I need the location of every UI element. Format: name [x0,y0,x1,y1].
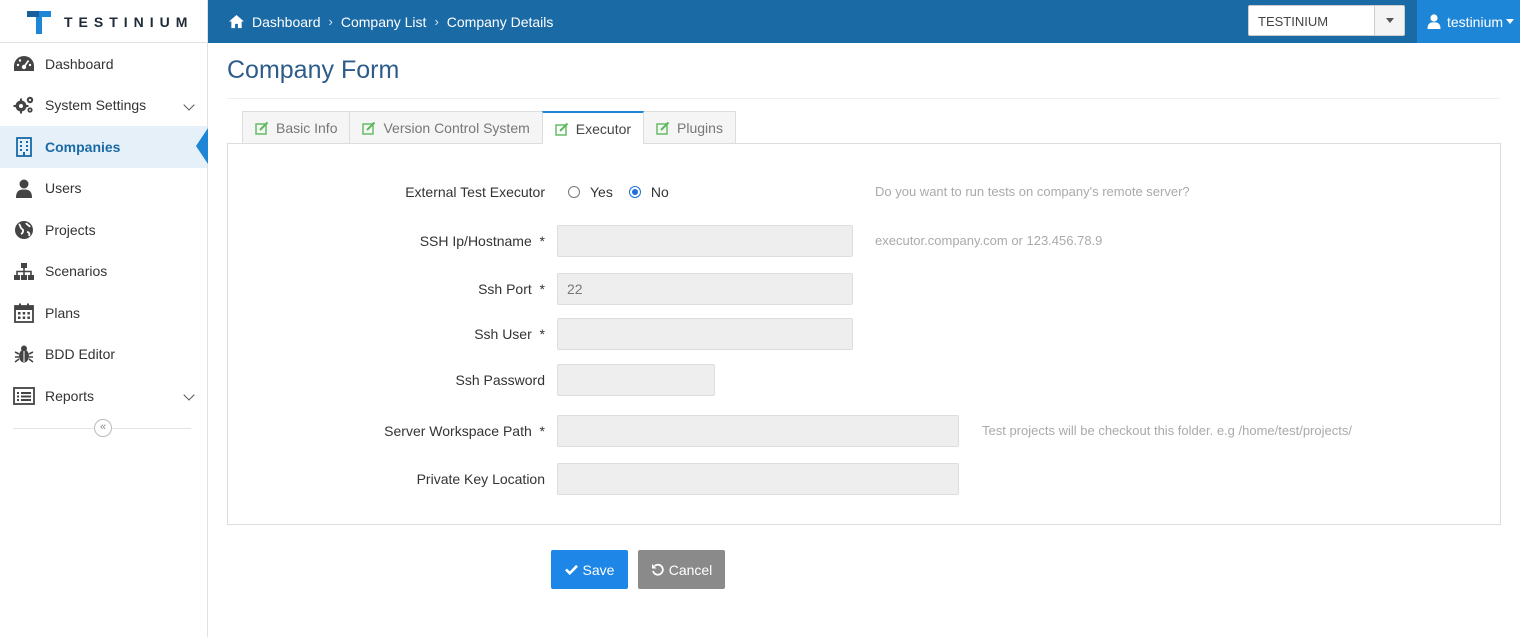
user-icon [13,178,35,198]
radio-yes-label[interactable]: Yes [590,184,613,200]
sidebar-item-system-settings[interactable]: System Settings [0,85,207,127]
sidebar-item-label: BDD Editor [45,346,116,363]
company-select-value: TESTINIUM [1258,14,1329,29]
save-button-label: Save [582,561,615,578]
private-key-label: Private Key Location [416,471,545,487]
user-icon [1427,14,1441,29]
chevron-down-icon [183,98,195,111]
edit-icon [362,121,376,135]
private-key-input[interactable] [557,463,959,495]
undo-icon [651,563,664,576]
user-menu[interactable]: testinium [1417,0,1520,43]
sidebar-item-label: Companies [45,138,121,155]
tab-plugins[interactable]: Plugins [643,111,736,143]
breadcrumb: Dashboard › Company List › Company Detai… [228,0,553,43]
edit-icon [255,121,269,135]
sidebar-item-label: Scenarios [45,263,108,280]
ssh-user-label: Ssh User * [474,326,545,342]
private-key-row: Private Key Location [228,463,1501,495]
calendar-icon [13,303,35,323]
cancel-button[interactable]: Cancel [638,550,725,589]
top-navbar: TESTINIUM Dashboard › Company List › Com… [0,0,1520,43]
home-icon [229,14,244,29]
page-title: Company Form [227,56,400,84]
dropdown-caret-icon[interactable] [1374,6,1404,35]
tab-executor[interactable]: Executor [541,111,645,144]
tab-basic-info[interactable]: Basic Info [242,111,351,143]
bug-icon [13,344,35,364]
breadcrumb-company-list[interactable]: Company List [341,14,427,30]
workspace-path-hint: Test projects will be checkout this fold… [982,423,1352,438]
edit-icon [555,122,568,136]
radio-no-label[interactable]: No [651,184,669,200]
check-icon [564,564,578,575]
tab-label: Basic Info [276,119,338,136]
external-executor-hint: Do you want to run tests on company's re… [875,184,1190,199]
tab-label: Executor [575,120,632,137]
breadcrumb-dashboard[interactable]: Dashboard [252,14,321,30]
tab-label: Version Control System [383,119,530,136]
cancel-button-label: Cancel [668,561,713,578]
sidebar-item-label: System Settings [45,97,147,114]
sidebar: Dashboard System Settings Companies User… [0,43,208,637]
brand-logo[interactable]: TESTINIUM [0,0,208,43]
sidebar-item-reports[interactable]: Reports [0,375,207,417]
external-executor-label: External Test Executor [405,184,545,200]
sidebar-item-label: Reports [45,387,95,404]
sitemap-icon [13,261,35,281]
chevron-right-icon: › [434,14,439,29]
sidebar-item-label: Users [45,180,82,197]
radio-no[interactable] [628,186,641,198]
sidebar-item-projects[interactable]: Projects [0,209,207,251]
external-executor-radio-group: Yes No [568,176,669,208]
executor-panel: External Test Executor Yes No Do you wan… [227,143,1501,525]
collapse-sidebar-icon[interactable]: « [94,419,112,437]
gears-icon [13,95,35,115]
sidebar-item-label: Projects [45,221,96,238]
ssh-host-input[interactable] [557,225,853,257]
ssh-host-hint: executor.company.com or 123.456.78.9 [875,233,1103,248]
ssh-port-label: Ssh Port * [478,281,545,297]
workspace-path-label: Server Workspace Path * [384,423,545,439]
caret-down-icon [1506,19,1515,24]
tab-version-control-system[interactable]: Version Control System [349,111,543,143]
building-icon [13,136,35,157]
ssh-port-input[interactable]: 22 [557,273,853,305]
sidebar-item-companies[interactable]: Companies [0,126,208,168]
sidebar-item-label: Dashboard [45,55,114,72]
ssh-password-row: Ssh Password [228,364,1501,396]
title-divider [227,98,1500,99]
form-tabs: Basic Info Version Control System Execut… [242,111,736,144]
testinium-logo-icon [27,11,51,34]
ssh-port-row: Ssh Port * 22 [228,273,1501,305]
company-select[interactable]: TESTINIUM [1248,5,1405,36]
edit-icon [656,121,670,135]
chevron-down-icon [183,389,195,401]
ssh-password-label: Ssh Password [455,372,545,388]
save-button[interactable]: Save [551,550,628,589]
user-name: testinium [1447,13,1504,30]
tab-label: Plugins [677,119,723,136]
sidebar-item-users[interactable]: Users [0,168,207,210]
globe-icon [13,220,35,240]
ssh-password-input[interactable] [557,364,715,396]
external-executor-row: External Test Executor Yes No Do you wan… [228,176,1501,208]
sidebar-item-plans[interactable]: Plans [0,292,207,334]
brand-name: TESTINIUM [64,14,194,30]
dashboard-icon [13,54,35,74]
sidebar-item-dashboard[interactable]: Dashboard [0,43,207,85]
ssh-user-row: Ssh User * [228,318,1501,350]
ssh-host-label: SSH Ip/Hostname * [419,233,545,249]
radio-yes[interactable] [568,186,580,198]
workspace-path-row: Server Workspace Path * Test projects wi… [228,415,1501,447]
ssh-host-row: SSH Ip/Hostname * executor.company.com o… [228,225,1501,257]
ssh-user-input[interactable] [557,318,853,350]
sidebar-item-scenarios[interactable]: Scenarios [0,251,207,293]
sidebar-item-label: Plans [45,304,81,321]
chevron-right-icon: › [328,14,333,29]
list-icon [13,386,35,406]
sidebar-item-bdd-editor[interactable]: BDD Editor [0,334,207,376]
workspace-path-input[interactable] [557,415,959,447]
breadcrumb-company-details: Company Details [446,13,554,30]
